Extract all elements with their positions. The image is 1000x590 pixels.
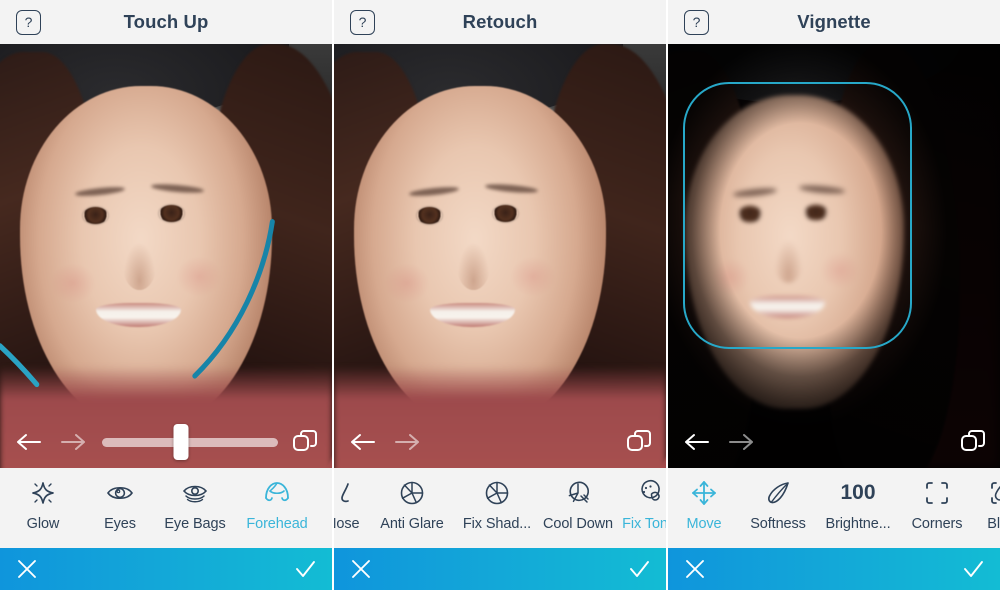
photo-nav-controls xyxy=(668,416,1000,468)
panel-header: ? Vignette xyxy=(668,0,1000,44)
arrow-right-icon[interactable] xyxy=(58,430,88,454)
arrow-left-icon[interactable] xyxy=(14,430,44,454)
nose-icon xyxy=(334,478,360,508)
photo-nav-controls xyxy=(334,416,666,468)
aperture-icon xyxy=(397,478,427,508)
tool-fix-shadows[interactable]: Fix Shad... xyxy=(456,468,538,548)
tool-label: Fix Shad... xyxy=(462,516,532,532)
forehead-brush-stroke-overlay xyxy=(0,219,275,388)
photo-image xyxy=(334,44,666,468)
tool-label: Softness xyxy=(750,516,806,532)
tool-move[interactable]: Move xyxy=(668,468,740,548)
photo-editing-canvas[interactable] xyxy=(668,44,1000,468)
panel-header: ? Touch Up xyxy=(0,0,332,44)
three-panel-screenshot-grid: ? Touch Up Glow Eyes Eye Bags Forehead ?… xyxy=(0,0,1000,590)
tool-nose-partial[interactable]: Nose xyxy=(318,468,332,548)
feather-icon xyxy=(763,478,793,508)
tool-nose-partial[interactable]: Nose xyxy=(334,468,368,548)
aperture-icon xyxy=(482,478,512,508)
vignette-shape-handle[interactable] xyxy=(682,82,913,350)
tool-label: Brightne... xyxy=(825,516,891,532)
photo-editing-canvas[interactable] xyxy=(0,44,332,468)
tool-label: Nose xyxy=(331,516,332,532)
tool-label: Glow xyxy=(26,516,60,532)
tool-cool-down[interactable]: Cool Down xyxy=(538,468,618,548)
page-title: Touch Up xyxy=(123,11,209,32)
tool-corners[interactable]: Corners xyxy=(900,468,974,548)
page-title: Vignette xyxy=(797,11,871,32)
tool-fix-tone[interactable]: Fix Tone xyxy=(618,468,666,548)
compare-layers-icon[interactable] xyxy=(960,429,986,455)
tool-label: Nose xyxy=(334,516,360,532)
help-button[interactable]: ? xyxy=(16,9,41,35)
corners-icon xyxy=(922,478,952,508)
arrow-left-icon[interactable] xyxy=(348,430,378,454)
brightness-value: 100 xyxy=(840,481,876,504)
tool-label: Corners xyxy=(911,516,963,532)
action-bar xyxy=(0,548,332,590)
tool-label: Move xyxy=(686,516,722,532)
tool-eye-bags[interactable]: Eye Bags xyxy=(154,468,236,548)
panel-retouch: ? Retouch ose Anti Glare Fix Shad... Coo… xyxy=(334,0,668,590)
tool-label: Fix Tone xyxy=(622,516,666,532)
page-title: Retouch xyxy=(462,11,538,32)
arrow-left-icon[interactable] xyxy=(682,430,712,454)
tool-eyes[interactable]: Eyes xyxy=(86,468,154,548)
forehead-icon xyxy=(262,478,292,508)
intensity-slider[interactable] xyxy=(102,424,278,460)
panel-touch-up: ? Touch Up Glow Eyes Eye Bags Forehead xyxy=(0,0,334,590)
tool-label: Eyes xyxy=(104,516,136,532)
check-icon[interactable] xyxy=(294,558,316,580)
help-button[interactable]: ? xyxy=(350,9,375,35)
tone-brush-icon xyxy=(634,478,664,508)
move-arrows-icon xyxy=(689,478,719,508)
compare-layers-icon[interactable] xyxy=(626,429,652,455)
slider-track xyxy=(102,437,278,447)
help-button[interactable]: ? xyxy=(684,9,709,35)
tool-label: Cool Down xyxy=(542,516,614,532)
eye-bags-icon xyxy=(180,478,210,508)
tool-label: Forehead xyxy=(246,516,308,532)
tool-strip[interactable]: Nose Anti Glare Fix Shad... Cool Down xyxy=(334,468,666,548)
photo-nav-controls xyxy=(0,416,332,468)
tool-label: Blur xyxy=(987,516,1000,532)
tool-brightness[interactable]: 100 Brightne... xyxy=(816,468,900,548)
eye-icon xyxy=(105,478,135,508)
compare-layers-icon[interactable] xyxy=(292,429,318,455)
sparkle-icon xyxy=(28,478,58,508)
tool-strip[interactable]: Glow Eyes Eye Bags Forehead xyxy=(0,468,332,548)
tool-softness[interactable]: Softness xyxy=(740,468,816,548)
tool-label: Eye Bags xyxy=(164,516,226,532)
check-icon[interactable] xyxy=(962,558,984,580)
close-x-icon[interactable] xyxy=(16,558,38,580)
check-icon[interactable] xyxy=(628,558,650,580)
panel-header: ? Retouch xyxy=(334,0,666,44)
tool-strip[interactable]: Move Softness 100 Brightne... Corners Bl xyxy=(668,468,1000,548)
arrow-right-icon[interactable] xyxy=(392,430,422,454)
tool-glow[interactable]: Glow xyxy=(0,468,86,548)
tool-blur[interactable]: Blur xyxy=(974,468,1000,548)
blur-drop-icon xyxy=(985,478,1000,508)
panel-vignette: ? Vignette Move Softness 100 Brightne...… xyxy=(668,0,1000,590)
tool-anti-glare[interactable]: Anti Glare xyxy=(368,468,456,548)
tool-label: Anti Glare xyxy=(380,516,444,532)
slider-thumb[interactable] xyxy=(173,424,189,460)
photo-editing-canvas[interactable] xyxy=(334,44,666,468)
arrow-right-icon[interactable] xyxy=(726,430,756,454)
close-x-icon[interactable] xyxy=(350,558,372,580)
close-x-icon[interactable] xyxy=(684,558,706,580)
action-bar xyxy=(668,548,1000,590)
fix-shadow-icon xyxy=(563,478,593,508)
action-bar xyxy=(334,548,666,590)
tool-forehead[interactable]: Forehead xyxy=(236,468,318,548)
